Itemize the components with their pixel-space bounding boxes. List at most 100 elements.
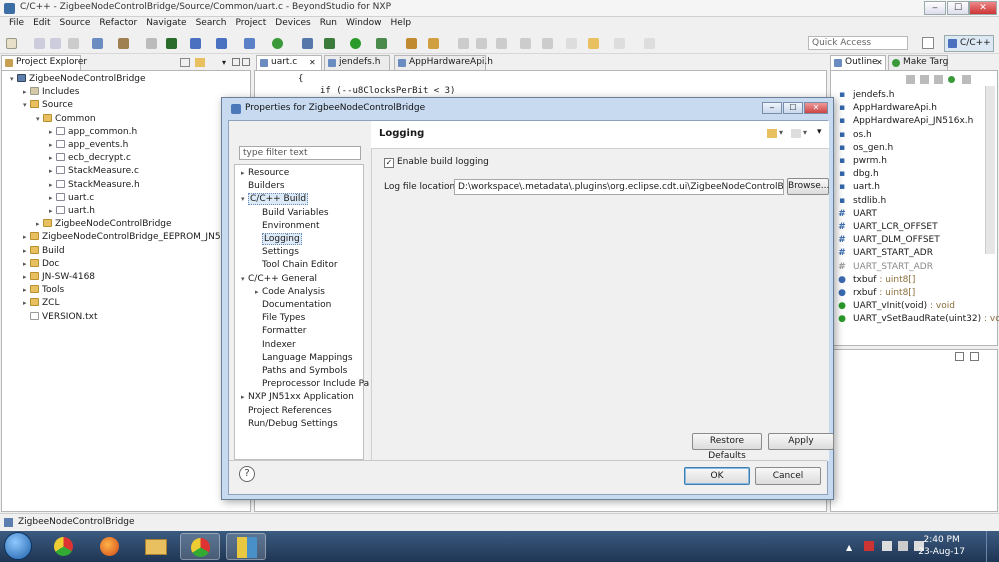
- nav-item[interactable]: Language Mappings: [255, 352, 353, 365]
- minimize-button[interactable]: ‒: [924, 1, 946, 15]
- tray-network-icon[interactable]: [898, 541, 908, 551]
- expand-right-icon[interactable]: ▸: [255, 286, 262, 299]
- menu-search[interactable]: Search: [192, 17, 232, 31]
- log-location-field[interactable]: D:\workspace\.metadata\.plugins\org.ecli…: [454, 179, 784, 195]
- nav-item[interactable]: Documentation: [255, 299, 331, 312]
- back-menu-icon[interactable]: ▾: [779, 128, 783, 137]
- restore-defaults-button[interactable]: Restore Defaults: [692, 433, 762, 461]
- nav-item[interactable]: Project References: [241, 405, 332, 418]
- tree-item[interactable]: ▸ StackMeasure.c: [49, 165, 139, 178]
- tree-item[interactable]: ▾ Source: [23, 99, 73, 112]
- nav-item[interactable]: ▸ Code Analysis: [255, 286, 325, 299]
- outline-item[interactable]: ▪ os.h: [837, 129, 872, 142]
- maximize-button[interactable]: ☐: [947, 1, 969, 15]
- nav-item[interactable]: Build Variables: [255, 207, 329, 220]
- taskbar-firefox[interactable]: [90, 533, 130, 560]
- tree-item[interactable]: ▸ uart.c: [49, 192, 94, 205]
- outline-item[interactable]: ▪ jendefs.h: [837, 89, 894, 102]
- outline-item[interactable]: # UART: [837, 208, 877, 221]
- annotation-icon[interactable]: [520, 38, 531, 49]
- expand-right-icon[interactable]: ▸: [49, 126, 56, 139]
- cancel-button[interactable]: Cancel: [755, 467, 821, 485]
- tree-item[interactable]: ▸ StackMeasure.h: [49, 179, 140, 192]
- outline-item[interactable]: # UART_LCR_OFFSET: [837, 221, 937, 234]
- expand-down-icon[interactable]: ▾: [10, 73, 17, 86]
- taskbar-beyondstudio[interactable]: [226, 533, 266, 560]
- nav-item[interactable]: Settings: [255, 246, 299, 259]
- expand-right-icon[interactable]: ▸: [23, 86, 30, 99]
- menu-refactor[interactable]: Refactor: [95, 17, 142, 31]
- expand-right-icon[interactable]: ▸: [49, 152, 56, 165]
- nav-item[interactable]: Run/Debug Settings: [241, 418, 338, 431]
- minimize-view-icon[interactable]: [955, 352, 964, 361]
- expand-right-icon[interactable]: ▸: [49, 165, 56, 178]
- tree-item[interactable]: ▸ uart.h: [49, 205, 95, 218]
- nav-item[interactable]: ▾ C/C++ General: [241, 273, 317, 286]
- menu-window[interactable]: Window: [342, 17, 387, 31]
- tab-jendefs-h[interactable]: jendefs.h: [324, 55, 390, 70]
- nav-item[interactable]: ▸ Resource: [241, 167, 289, 180]
- outline-item[interactable]: ▪ AppHardwareApi_JN516x.h: [837, 115, 973, 128]
- debug-icon[interactable]: [324, 38, 335, 49]
- outline-item[interactable]: ▪ stdlib.h: [837, 195, 886, 208]
- outline-scrollbar[interactable]: [985, 86, 995, 254]
- forward-icon[interactable]: [614, 38, 625, 49]
- tree-item[interactable]: ▸ app_common.h: [49, 126, 137, 139]
- nav-item[interactable]: Builders: [241, 180, 285, 193]
- perspective-cpp-button[interactable]: C/C++: [944, 35, 994, 52]
- maximize-view-icon[interactable]: [242, 58, 250, 66]
- close-tab-icon[interactable]: ✕: [309, 58, 316, 67]
- expand-right-icon[interactable]: ▸: [23, 245, 30, 258]
- nav-item[interactable]: Indexer: [255, 339, 296, 352]
- enable-logging-checkbox[interactable]: ✓: [384, 158, 394, 168]
- run-icon[interactable]: [350, 38, 361, 49]
- outline-item[interactable]: ▪ os_gen.h: [837, 142, 893, 155]
- pin-icon[interactable]: [644, 38, 655, 49]
- browse-button[interactable]: Browse...: [787, 178, 829, 195]
- run-external-icon[interactable]: [376, 38, 387, 49]
- outline-item[interactable]: # UART_START_ADR: [837, 261, 933, 274]
- expand-right-icon[interactable]: ▸: [49, 192, 56, 205]
- menu-source[interactable]: Source: [56, 17, 96, 31]
- taskbar-clock[interactable]: 2:40 PM 23-Aug-17: [918, 534, 965, 558]
- open-perspective-icon[interactable]: [922, 37, 934, 49]
- code-line[interactable]: {: [298, 74, 303, 84]
- menu-help[interactable]: Help: [387, 17, 417, 31]
- whitespace-icon[interactable]: [496, 38, 507, 49]
- outline-item[interactable]: # UART_START_ADR: [837, 247, 933, 260]
- tree-item[interactable]: ▸ Build: [23, 245, 65, 258]
- tree-item[interactable]: ▸ Includes: [23, 86, 79, 99]
- back-icon[interactable]: [767, 129, 777, 138]
- chip-icon[interactable]: [166, 38, 177, 49]
- taskbar-chrome-2[interactable]: [180, 533, 220, 560]
- menu-edit[interactable]: Edit: [29, 17, 55, 31]
- save-all-icon[interactable]: [50, 38, 61, 49]
- back-icon[interactable]: [588, 38, 599, 49]
- filter-input[interactable]: type filter text: [239, 146, 361, 160]
- expand-down-icon[interactable]: ▾: [241, 273, 248, 286]
- menu-run[interactable]: Run: [316, 17, 342, 31]
- hide-static-icon[interactable]: [934, 75, 943, 84]
- minimize-view-icon[interactable]: [232, 58, 240, 66]
- dialog-maximize-button[interactable]: ☐: [783, 102, 803, 114]
- expand-right-icon[interactable]: ▸: [23, 231, 30, 244]
- expand-right-icon[interactable]: ▸: [49, 139, 56, 152]
- pointer-icon[interactable]: [302, 38, 313, 49]
- toggle-icon[interactable]: [458, 38, 469, 49]
- menu-navigate[interactable]: Navigate: [142, 17, 191, 31]
- nav-item[interactable]: Tool Chain Editor: [255, 259, 338, 272]
- tree-item[interactable]: ▾ ZigbeeNodeControlBridge: [10, 73, 146, 86]
- tree-item[interactable]: ▸ Doc: [23, 258, 59, 271]
- help-icon[interactable]: ?: [239, 466, 255, 482]
- expand-right-icon[interactable]: ▸: [23, 297, 30, 310]
- nav-item[interactable]: Logging: [255, 233, 302, 246]
- collapse-all-icon[interactable]: [180, 58, 190, 67]
- block-icon[interactable]: [476, 38, 487, 49]
- nav-item[interactable]: File Types: [255, 312, 305, 325]
- tab-apphardwareapi-h[interactable]: AppHardwareApi.h: [394, 55, 493, 70]
- tree-item[interactable]: ▸ ZCL: [23, 297, 59, 310]
- tree-item[interactable]: ▸ ecb_decrypt.c: [49, 152, 131, 165]
- refresh-icon[interactable]: [272, 38, 283, 49]
- build-icon[interactable]: [118, 38, 129, 49]
- nav-item[interactable]: Environment: [255, 220, 319, 233]
